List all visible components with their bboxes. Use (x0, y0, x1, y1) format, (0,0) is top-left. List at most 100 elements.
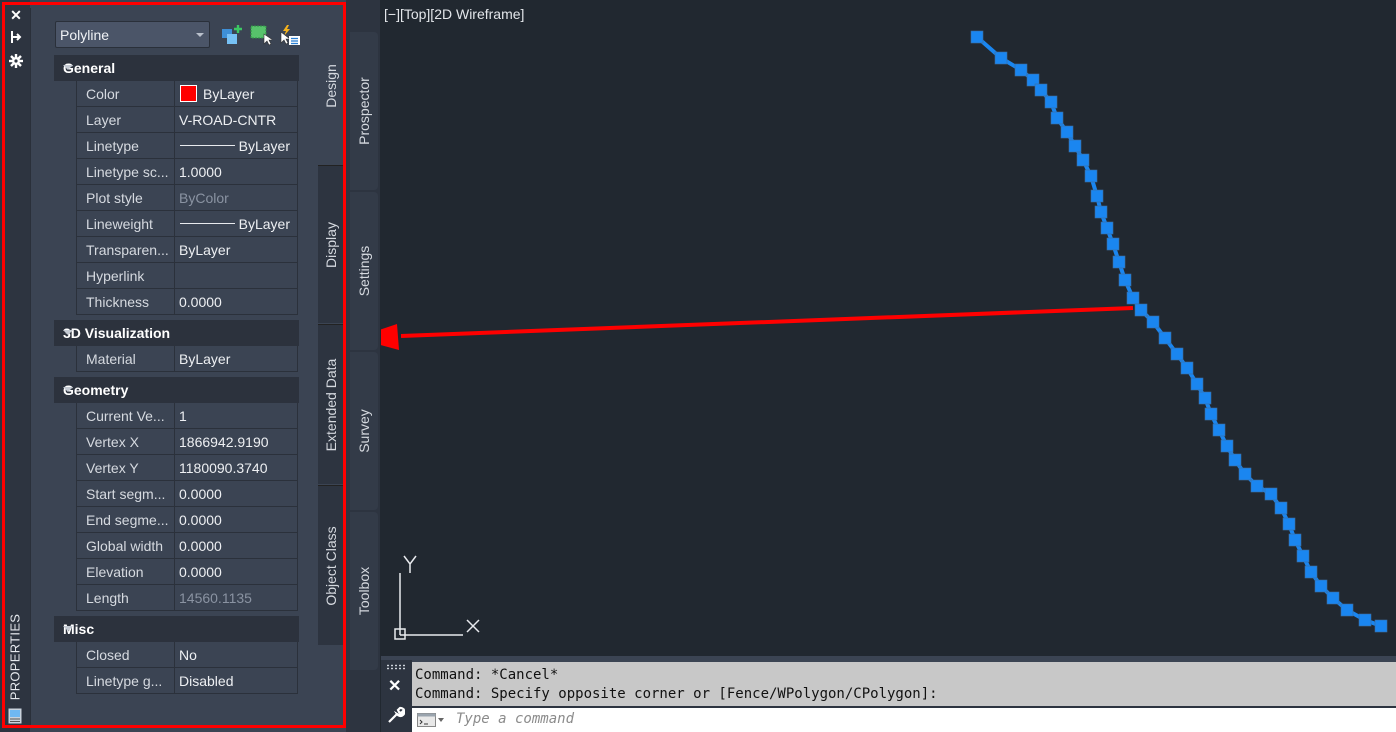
vertex-grip[interactable] (1068, 139, 1082, 153)
property-value-cell[interactable]: 0.0000 (175, 533, 297, 558)
vertex-grip[interactable] (1282, 517, 1296, 531)
property-value-cell[interactable]: 1866942.9190 (175, 429, 297, 454)
viewport-controls-label[interactable]: [−][Top][2D Wireframe] (384, 6, 524, 22)
select-objects-icon[interactable] (250, 24, 274, 46)
close-icon[interactable]: ✕ (8, 7, 24, 23)
property-row[interactable]: Lineweight ByLayer (76, 211, 298, 237)
property-row[interactable]: Current Ve... 1 (76, 403, 298, 429)
vertex-grip[interactable] (1296, 549, 1310, 563)
settings-icon[interactable] (8, 53, 24, 69)
vertex-grip[interactable] (1238, 467, 1252, 481)
vertex-grip[interactable] (1326, 591, 1340, 605)
property-value-cell[interactable]: 1.0000 (175, 159, 297, 184)
vertex-grip[interactable] (1190, 377, 1204, 391)
vertex-grip[interactable] (1198, 391, 1212, 405)
vertex-grip[interactable] (1180, 361, 1194, 375)
vertex-grip[interactable] (1288, 533, 1302, 547)
vertex-grip[interactable] (1204, 407, 1218, 421)
property-row[interactable]: End segme... 0.0000 (76, 507, 298, 533)
property-row[interactable]: Vertex X 1866942.9190 (76, 429, 298, 455)
vertex-grip[interactable] (1358, 613, 1372, 627)
property-value-cell[interactable]: 0.0000 (175, 559, 297, 584)
property-value-cell[interactable]: ByLayer (175, 133, 297, 158)
vertex-grip[interactable] (1228, 453, 1242, 467)
tab-settings[interactable]: Settings (350, 192, 378, 350)
vertex-grip[interactable] (994, 51, 1008, 65)
vertex-grip[interactable] (1212, 423, 1226, 437)
tab-toolbox[interactable]: Toolbox (350, 512, 378, 670)
property-value-cell[interactable]: ByLayer (175, 81, 297, 106)
command-prompt-icon[interactable] (417, 713, 445, 732)
object-type-dropdown[interactable]: Polyline (55, 21, 210, 48)
vertex-grip[interactable] (970, 30, 984, 44)
property-row[interactable]: Length 14560.1135 (76, 585, 298, 611)
vertex-grip[interactable] (1100, 221, 1114, 235)
vertex-grip[interactable] (1158, 331, 1172, 345)
vertex-grip[interactable] (1094, 205, 1108, 219)
properties-icon[interactable] (8, 708, 22, 724)
vertex-grip[interactable] (1340, 603, 1354, 617)
property-row[interactable]: Material ByLayer (76, 346, 298, 372)
vertex-grip[interactable] (1146, 315, 1160, 329)
property-row[interactable]: Global width 0.0000 (76, 533, 298, 559)
property-value-cell[interactable]: 0.0000 (175, 507, 297, 532)
vertex-grip[interactable] (1050, 111, 1064, 125)
collapse-caret-icon[interactable] (63, 330, 73, 335)
vertex-grip[interactable] (1060, 125, 1074, 139)
vertex-grip[interactable] (1014, 63, 1028, 77)
drag-handle-icon[interactable] (386, 664, 406, 670)
vertex-grip[interactable] (1084, 169, 1098, 183)
vertex-grip[interactable] (1264, 487, 1278, 501)
vertex-grip[interactable] (1076, 153, 1090, 167)
property-row[interactable]: Thickness 0.0000 (76, 289, 298, 315)
tab-prospector[interactable]: Prospector (350, 32, 378, 190)
property-value-cell[interactable]: V-ROAD-CNTR (175, 107, 297, 132)
property-row[interactable]: Linetype ByLayer (76, 133, 298, 159)
tab-object-class[interactable]: Object Class (318, 485, 344, 645)
property-value-cell[interactable]: 0.0000 (175, 289, 297, 314)
property-row[interactable]: Color ByLayer (76, 81, 298, 107)
property-value-cell[interactable]: 14560.1135 (175, 585, 297, 610)
property-row[interactable]: Hyperlink (76, 263, 298, 289)
property-value-cell[interactable] (175, 263, 297, 288)
vertex-grip[interactable] (1170, 347, 1184, 361)
vertex-grip[interactable] (1274, 501, 1288, 515)
property-row[interactable]: Linetype sc... 1.0000 (76, 159, 298, 185)
tab-survey[interactable]: Survey (350, 352, 378, 510)
tab-extended-data[interactable]: Extended Data (318, 324, 344, 484)
vertex-grip[interactable] (1118, 273, 1132, 287)
property-row[interactable]: Layer V-ROAD-CNTR (76, 107, 298, 133)
section-header-misc[interactable]: Misc (54, 616, 299, 642)
vertex-grip[interactable] (1126, 291, 1140, 305)
customize-wrench-icon[interactable] (387, 706, 406, 729)
polyline-path[interactable] (975, 35, 1382, 628)
property-row[interactable]: Linetype g... Disabled (76, 668, 298, 694)
quick-select-icon[interactable] (279, 24, 301, 46)
property-row[interactable]: Transparen... ByLayer (76, 237, 298, 263)
property-value-cell[interactable]: ByLayer (175, 211, 297, 236)
vertex-grip[interactable] (1220, 439, 1234, 453)
toggle-pickadd-icon[interactable] (221, 24, 243, 46)
tab-design[interactable]: Design (318, 8, 344, 164)
command-input[interactable]: Type a command (412, 708, 1396, 732)
close-command-icon[interactable]: ✕ (388, 676, 401, 696)
section-header-geometry[interactable]: Geometry (54, 377, 299, 403)
property-value-cell[interactable]: 1180090.3740 (175, 455, 297, 480)
vertex-grip[interactable] (1250, 479, 1264, 493)
vertex-grip[interactable] (1106, 237, 1120, 251)
property-value-cell[interactable]: ByLayer (175, 237, 297, 262)
collapse-caret-icon[interactable] (63, 387, 73, 392)
vertex-grip[interactable] (1374, 619, 1388, 633)
vertex-grip[interactable] (1134, 303, 1148, 317)
property-value-cell[interactable]: Disabled (175, 668, 297, 693)
property-value-cell[interactable]: No (175, 642, 297, 667)
property-row[interactable]: Plot style ByColor (76, 185, 298, 211)
property-value-cell[interactable]: ByLayer (175, 346, 297, 371)
vertex-grip[interactable] (1044, 95, 1058, 109)
vertex-grip[interactable] (1112, 255, 1126, 269)
section-header-3d-visualization[interactable]: 3D Visualization (54, 320, 299, 346)
property-value-cell[interactable]: 0.0000 (175, 481, 297, 506)
section-header-general[interactable]: General (54, 55, 299, 81)
vertex-grip[interactable] (1034, 83, 1048, 97)
property-row[interactable]: Vertex Y 1180090.3740 (76, 455, 298, 481)
